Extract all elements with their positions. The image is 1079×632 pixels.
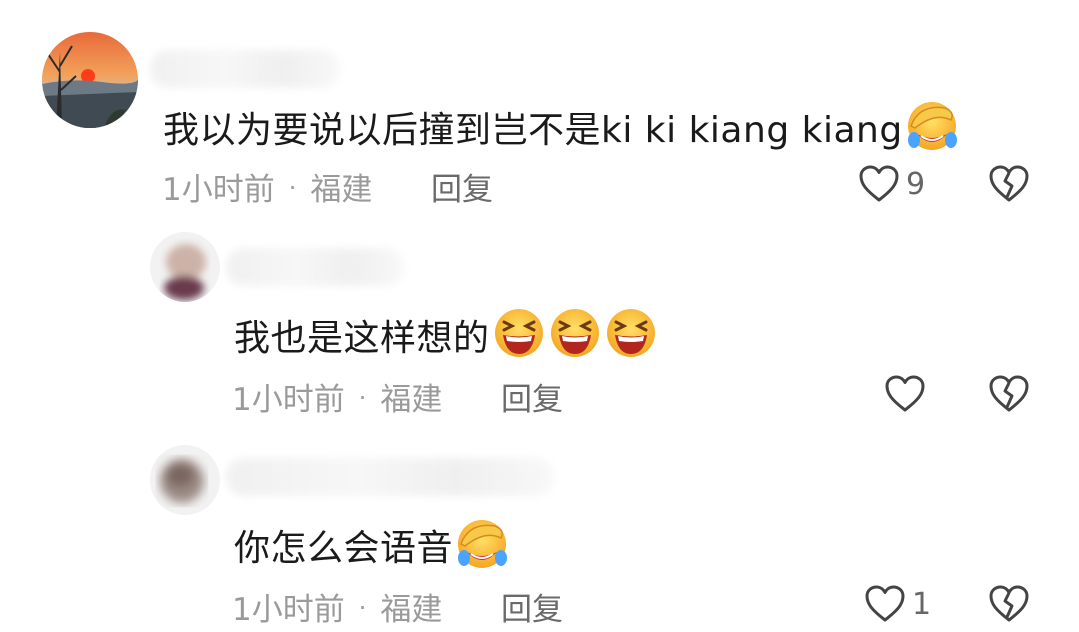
comment-time: 1小时前: [232, 382, 345, 418]
facepalm-laugh-emoji-icon: [907, 102, 957, 150]
comment-text-content: 我以为要说以后撞到岂不是ki ki kiang kiang: [163, 110, 903, 151]
comment-text-content: 我也是这样想的: [234, 318, 490, 359]
reply-button[interactable]: 回复: [501, 584, 563, 629]
heart-outline-icon: [859, 165, 899, 202]
broken-heart-icon: [989, 165, 1029, 202]
comment-time: 1小时前: [232, 592, 345, 628]
comment-text: 我也是这样想的: [234, 306, 658, 361]
meta-separator: ·: [358, 384, 367, 412]
username-blurred[interactable]: [226, 458, 554, 496]
sunset-avatar-image: [42, 32, 138, 128]
broken-heart-icon: [989, 585, 1029, 622]
avatar-blurred-image: [150, 445, 220, 515]
reply-button[interactable]: 回复: [501, 374, 563, 419]
dislike-button[interactable]: [988, 164, 1030, 208]
meta-separator: ·: [288, 174, 297, 202]
heart-outline-icon: [865, 585, 905, 622]
like-count: 1: [912, 586, 932, 622]
like-button[interactable]: 1: [864, 584, 931, 624]
comment-meta: 1小时前 · 福建: [232, 584, 442, 629]
avatar[interactable]: [150, 445, 220, 515]
facepalm-laugh-emoji-icon: [458, 520, 508, 568]
dislike-button[interactable]: [988, 374, 1030, 418]
heart-outline-icon: [885, 375, 925, 412]
broken-heart-icon: [989, 375, 1029, 412]
comment-text: 你怎么会语音: [234, 516, 509, 571]
username-blurred[interactable]: [226, 248, 404, 286]
comment-location: 福建: [380, 592, 443, 628]
like-button[interactable]: [884, 374, 932, 414]
reply-button[interactable]: 回复: [431, 164, 493, 209]
dislike-button[interactable]: [988, 584, 1030, 628]
grinning-squint-emoji-icon: [606, 309, 655, 357]
comment-time: 1小时前: [162, 172, 275, 208]
comment-text: 我以为要说以后撞到岂不是ki ki kiang kiang: [163, 98, 959, 153]
grinning-squint-emoji-icon: [550, 309, 599, 357]
comment-meta: 1小时前 · 福建: [162, 164, 372, 209]
avatar-blurred-image: [150, 232, 220, 302]
comment-meta: 1小时前 · 福建: [232, 374, 442, 419]
comment-location: 福建: [310, 172, 373, 208]
avatar[interactable]: [150, 232, 220, 302]
meta-separator: ·: [358, 594, 367, 622]
avatar[interactable]: [42, 32, 138, 128]
username-blurred[interactable]: [150, 50, 340, 88]
like-button[interactable]: 9: [858, 164, 925, 204]
like-count: 9: [906, 166, 926, 202]
comment-location: 福建: [380, 382, 443, 418]
comment-text-content: 你怎么会语音: [234, 528, 454, 569]
grinning-squint-emoji-icon: [494, 309, 543, 357]
